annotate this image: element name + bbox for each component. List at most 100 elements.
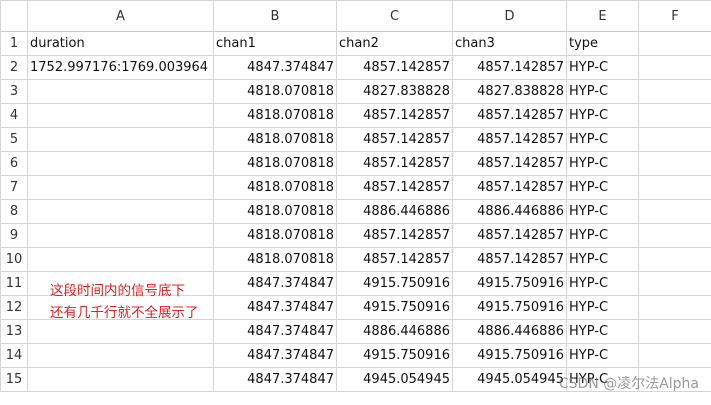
row-number[interactable]: 7 xyxy=(0,175,28,200)
cell-f9[interactable] xyxy=(638,223,711,248)
cell-d1[interactable]: chan3 xyxy=(452,31,567,56)
cell-a6[interactable] xyxy=(27,151,214,176)
cell-d9[interactable]: 4857.142857 xyxy=(452,223,567,248)
cell-c8[interactable]: 4886.446886 xyxy=(336,199,453,224)
cell-c3[interactable]: 4827.838828 xyxy=(336,79,453,104)
cell-b1[interactable]: chan1 xyxy=(213,31,337,56)
row-number[interactable]: 13 xyxy=(0,319,28,344)
cell-d10[interactable]: 4857.142857 xyxy=(452,247,567,272)
cell-a5[interactable] xyxy=(27,127,214,152)
cell-a1[interactable]: duration xyxy=(27,31,214,56)
column-header-d[interactable]: D xyxy=(452,0,567,32)
cell-c1[interactable]: chan2 xyxy=(336,31,453,56)
row-number[interactable]: 15 xyxy=(0,367,28,392)
row-number[interactable]: 8 xyxy=(0,199,28,224)
row-number[interactable]: 1 xyxy=(0,31,28,56)
cell-b7[interactable]: 4818.070818 xyxy=(213,175,337,200)
cell-f5[interactable] xyxy=(638,127,711,152)
cell-f13[interactable] xyxy=(638,319,711,344)
cell-d11[interactable]: 4915.750916 xyxy=(452,271,567,296)
cell-d4[interactable]: 4857.142857 xyxy=(452,103,567,128)
row-number[interactable]: 6 xyxy=(0,151,28,176)
cell-f11[interactable] xyxy=(638,271,711,296)
column-header-c[interactable]: C xyxy=(336,0,453,32)
cell-f2[interactable] xyxy=(638,55,711,80)
cell-f10[interactable] xyxy=(638,247,711,272)
cell-d8[interactable]: 4886.446886 xyxy=(452,199,567,224)
cell-f8[interactable] xyxy=(638,199,711,224)
cell-a3[interactable] xyxy=(27,79,214,104)
cell-e14[interactable]: HYP-C xyxy=(566,343,639,368)
row-number[interactable]: 4 xyxy=(0,103,28,128)
row-number[interactable]: 3 xyxy=(0,79,28,104)
cell-f14[interactable] xyxy=(638,343,711,368)
row-number[interactable]: 2 xyxy=(0,55,28,80)
column-header-f[interactable]: F xyxy=(638,0,711,32)
cell-a14[interactable] xyxy=(27,343,214,368)
cell-e8[interactable]: HYP-C xyxy=(566,199,639,224)
row-number[interactable]: 14 xyxy=(0,343,28,368)
row-number[interactable]: 11 xyxy=(0,271,28,296)
cell-b13[interactable]: 4847.374847 xyxy=(213,319,337,344)
row-number[interactable]: 10 xyxy=(0,247,28,272)
cell-c11[interactable]: 4915.750916 xyxy=(336,271,453,296)
cell-c4[interactable]: 4857.142857 xyxy=(336,103,453,128)
cell-b11[interactable]: 4847.374847 xyxy=(213,271,337,296)
cell-b3[interactable]: 4818.070818 xyxy=(213,79,337,104)
row-number[interactable]: 9 xyxy=(0,223,28,248)
cell-e1[interactable]: type xyxy=(566,31,639,56)
row-number[interactable]: 12 xyxy=(0,295,28,320)
cell-f7[interactable] xyxy=(638,175,711,200)
row-number[interactable]: 5 xyxy=(0,127,28,152)
cell-f3[interactable] xyxy=(638,79,711,104)
cell-d3[interactable]: 4827.838828 xyxy=(452,79,567,104)
cell-d15[interactable]: 4945.054945 xyxy=(452,367,567,392)
cell-f6[interactable] xyxy=(638,151,711,176)
column-header-b[interactable]: B xyxy=(213,0,337,32)
cell-a4[interactable] xyxy=(27,103,214,128)
cell-f12[interactable] xyxy=(638,295,711,320)
cell-a2[interactable]: 1752.997176:1769.003964 xyxy=(27,55,214,80)
cell-f1[interactable] xyxy=(638,31,711,56)
cell-b12[interactable]: 4847.374847 xyxy=(213,295,337,320)
cell-c7[interactable]: 4857.142857 xyxy=(336,175,453,200)
cell-a10[interactable] xyxy=(27,247,214,272)
cell-d7[interactable]: 4857.142857 xyxy=(452,175,567,200)
cell-e2[interactable]: HYP-C xyxy=(566,55,639,80)
cell-e13[interactable]: HYP-C xyxy=(566,319,639,344)
cell-c5[interactable]: 4857.142857 xyxy=(336,127,453,152)
column-header-a[interactable]: A xyxy=(27,0,214,32)
cell-a9[interactable] xyxy=(27,223,214,248)
cell-f4[interactable] xyxy=(638,103,711,128)
cell-e9[interactable]: HYP-C xyxy=(566,223,639,248)
cell-b8[interactable]: 4818.070818 xyxy=(213,199,337,224)
cell-b2[interactable]: 4847.374847 xyxy=(213,55,337,80)
cell-e7[interactable]: HYP-C xyxy=(566,175,639,200)
cell-d14[interactable]: 4915.750916 xyxy=(452,343,567,368)
cell-b6[interactable]: 4818.070818 xyxy=(213,151,337,176)
cell-c13[interactable]: 4886.446886 xyxy=(336,319,453,344)
cell-c6[interactable]: 4857.142857 xyxy=(336,151,453,176)
cell-b9[interactable]: 4818.070818 xyxy=(213,223,337,248)
cell-d6[interactable]: 4857.142857 xyxy=(452,151,567,176)
cell-e11[interactable]: HYP-C xyxy=(566,271,639,296)
cell-e4[interactable]: HYP-C xyxy=(566,103,639,128)
cell-b4[interactable]: 4818.070818 xyxy=(213,103,337,128)
cell-a8[interactable] xyxy=(27,199,214,224)
cell-c12[interactable]: 4915.750916 xyxy=(336,295,453,320)
cell-d2[interactable]: 4857.142857 xyxy=(452,55,567,80)
cell-d5[interactable]: 4857.142857 xyxy=(452,127,567,152)
cell-e12[interactable]: HYP-C xyxy=(566,295,639,320)
cell-c14[interactable]: 4915.750916 xyxy=(336,343,453,368)
cell-c9[interactable]: 4857.142857 xyxy=(336,223,453,248)
cell-a15[interactable] xyxy=(27,367,214,392)
select-all-corner[interactable] xyxy=(0,0,28,32)
cell-a7[interactable] xyxy=(27,175,214,200)
cell-c15[interactable]: 4945.054945 xyxy=(336,367,453,392)
cell-e3[interactable]: HYP-C xyxy=(566,79,639,104)
cell-c2[interactable]: 4857.142857 xyxy=(336,55,453,80)
cell-b14[interactable]: 4847.374847 xyxy=(213,343,337,368)
column-header-e[interactable]: E xyxy=(566,0,639,32)
cell-d13[interactable]: 4886.446886 xyxy=(452,319,567,344)
cell-e6[interactable]: HYP-C xyxy=(566,151,639,176)
